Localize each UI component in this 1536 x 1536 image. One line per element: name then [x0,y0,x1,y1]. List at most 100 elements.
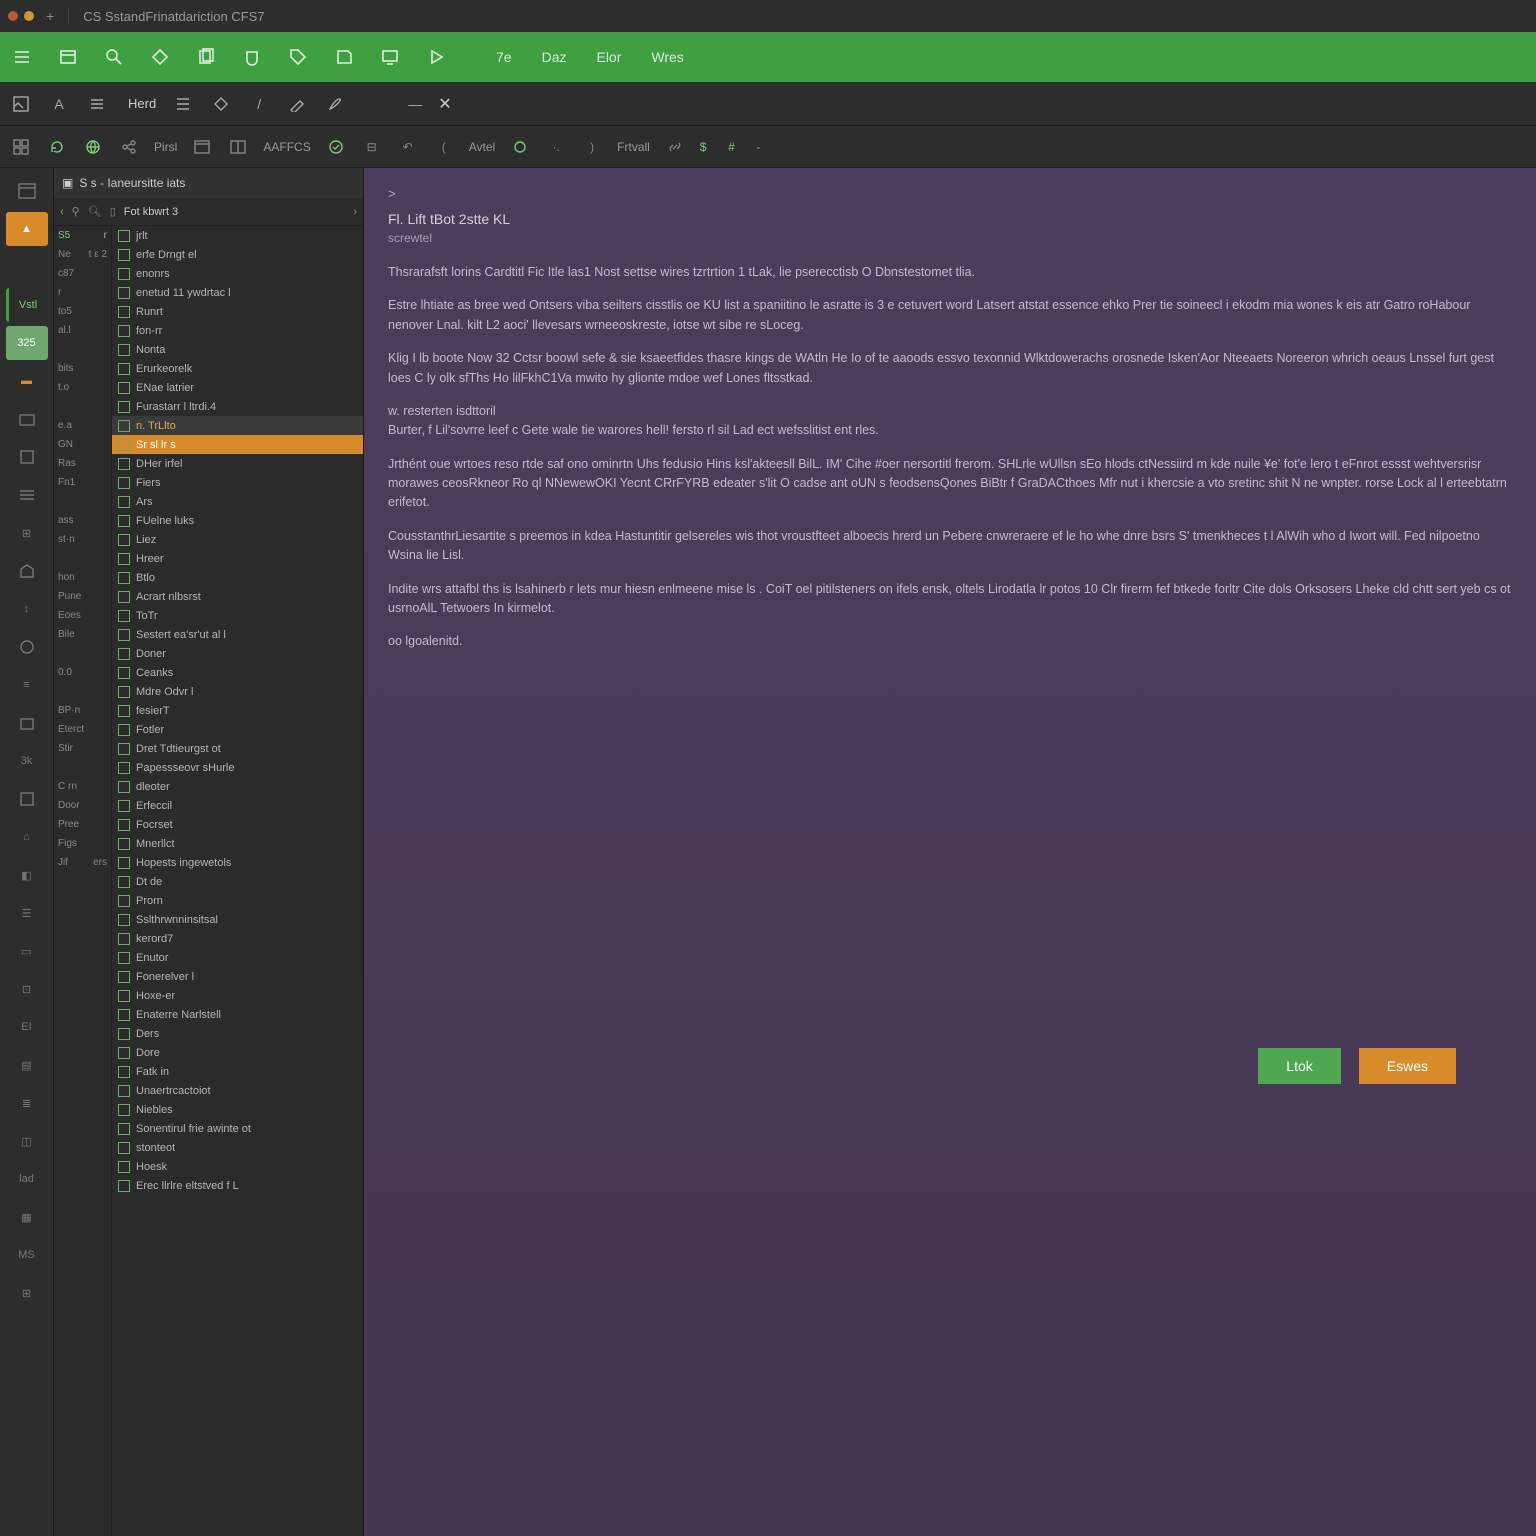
tree-item[interactable]: Ars [112,492,363,511]
cup-icon[interactable] [240,45,264,69]
rail-item-folder[interactable]: ▬ [6,364,48,398]
tree-item[interactable]: Focrset [112,815,363,834]
rail-item-10[interactable] [6,554,48,588]
tab-wres[interactable]: Wres [645,45,689,69]
btn-avtel[interactable]: Avtel [469,140,495,154]
rail-item-21[interactable]: ⊡ [6,972,48,1006]
tree-item[interactable]: DHer irfel [112,454,363,473]
menu-icon[interactable] [10,45,34,69]
tab-7e[interactable]: 7e [490,45,518,69]
tree-item[interactable]: Enutor [112,948,363,967]
rail-badge2[interactable]: 325 [6,326,48,360]
rail-item-27[interactable]: ▦ [6,1200,48,1234]
back-icon[interactable]: ↶ [397,136,419,158]
rail-item-7[interactable] [6,440,48,474]
dollar-label[interactable]: $ [700,140,707,154]
tree-item[interactable]: enonrs [112,264,363,283]
btn-affcs[interactable]: AAFFCS [263,140,310,154]
rail-item-15[interactable]: 3k [6,744,48,778]
tree-item[interactable]: Fonerelver l [112,967,363,986]
tree-tab-close-icon[interactable]: › [353,206,357,218]
rail-item-22[interactable]: EI [6,1010,48,1044]
rail-item-6[interactable] [6,402,48,436]
tree-item[interactable]: Dore [112,1043,363,1062]
brush-icon[interactable] [324,93,346,115]
chevron-left-icon[interactable]: ‹ [60,206,64,218]
tree-item[interactable]: Unaertrcactoiot [112,1081,363,1100]
tree-item[interactable]: Sslthrwnninsitsal [112,910,363,929]
tree-item[interactable]: FUelne luks [112,511,363,530]
play-icon[interactable] [424,45,448,69]
tree-item[interactable]: Dret Tdtieurgst ot [112,739,363,758]
check-icon[interactable] [325,136,347,158]
rail-item-1[interactable] [6,174,48,208]
rail-item-25[interactable]: ◫ [6,1124,48,1158]
share-icon[interactable] [118,136,140,158]
new-tab-icon[interactable]: + [46,8,54,24]
copy-icon[interactable] [194,45,218,69]
diamond-icon[interactable] [148,45,172,69]
tree-item[interactable]: Mdre Odvr l [112,682,363,701]
close-window-icon[interactable] [8,11,18,21]
rail-item-20[interactable]: ▭ [6,934,48,968]
rail-badge[interactable]: Vstl [6,288,48,322]
layout-icon[interactable] [227,136,249,158]
warn-button[interactable]: Eswes [1359,1048,1456,1084]
tree-item[interactable]: dleoter [112,777,363,796]
rail-item-17[interactable]: ⌂ [6,820,48,854]
tree-item[interactable]: Furastarr l ltrdi.4 [112,397,363,416]
refresh-icon[interactable] [46,136,68,158]
paren-icon[interactable]: ( [433,136,455,158]
tree-item[interactable]: Hoesk [112,1157,363,1176]
tree-item[interactable]: Niebles [112,1100,363,1119]
rail-item-3[interactable] [6,250,48,284]
tree-item[interactable]: Enaterre Narlstell [112,1005,363,1024]
hash-icon[interactable]: # [721,136,743,158]
rail-item-24[interactable]: ≣ [6,1086,48,1120]
tree-item[interactable]: jrlt [112,226,363,245]
btn-frtvall[interactable]: Frtvall [617,140,650,154]
tab-daz[interactable]: Daz [536,45,573,69]
tree-item[interactable]: stonteot [112,1138,363,1157]
tree-item[interactable]: Runrt [112,302,363,321]
tree-item[interactable]: Papessseovr sHurle [112,758,363,777]
diamond2-icon[interactable] [210,93,232,115]
ok-button[interactable]: Ltok [1258,1048,1340,1084]
search-tree-icon[interactable]: 🔍︎ [88,205,102,218]
rail-item-28[interactable]: MS [6,1238,48,1272]
dots-icon[interactable]: ·. [545,136,567,158]
tab-elor[interactable]: Elor [590,45,627,69]
panel-icon[interactable] [56,45,80,69]
rail-item-13[interactable]: ≡ [6,668,48,702]
minimize-icon[interactable]: — [408,96,422,112]
tree-item[interactable]: Mnerllct [112,834,363,853]
align-icon[interactable]: ⊟ [361,136,383,158]
tree-item[interactable]: Fotler [112,720,363,739]
window-icon[interactable] [191,136,213,158]
tree-item[interactable]: Erurkeorelk [112,359,363,378]
tree-tab-label[interactable]: Fot kbwrt 3 [124,206,178,218]
tree-item[interactable]: Ceanks [112,663,363,682]
list-icon[interactable] [172,93,194,115]
heading-label[interactable]: Herd [128,96,156,111]
tree-item[interactable]: Doner [112,644,363,663]
rail-item-19[interactable]: ☰ [6,896,48,930]
tree-item[interactable]: Dt de [112,872,363,891]
note-icon[interactable] [332,45,356,69]
tree-item[interactable]: Hoxe-er [112,986,363,1005]
rail-item-29[interactable]: ⊞ [6,1276,48,1310]
image-icon[interactable] [10,93,32,115]
rail-item-9[interactable]: ⊞ [6,516,48,550]
tree-item[interactable]: Fiers [112,473,363,492]
tree-item[interactable]: Acrart nlbsrst [112,587,363,606]
tree-item[interactable]: Sonentirul frie awinte ot [112,1119,363,1138]
monitor-icon[interactable] [378,45,402,69]
rail-item-16[interactable] [6,782,48,816]
tree-item[interactable]: Btlo [112,568,363,587]
tree-item[interactable]: Hreer [112,549,363,568]
close-icon[interactable]: ✕ [438,94,451,114]
tree-item[interactable]: Erec llrlre eltstved f L [112,1176,363,1195]
lines-icon[interactable] [86,93,108,115]
tree-item[interactable]: Ders [112,1024,363,1043]
tree-item[interactable]: enetud 11 ywdrtac l [112,283,363,302]
